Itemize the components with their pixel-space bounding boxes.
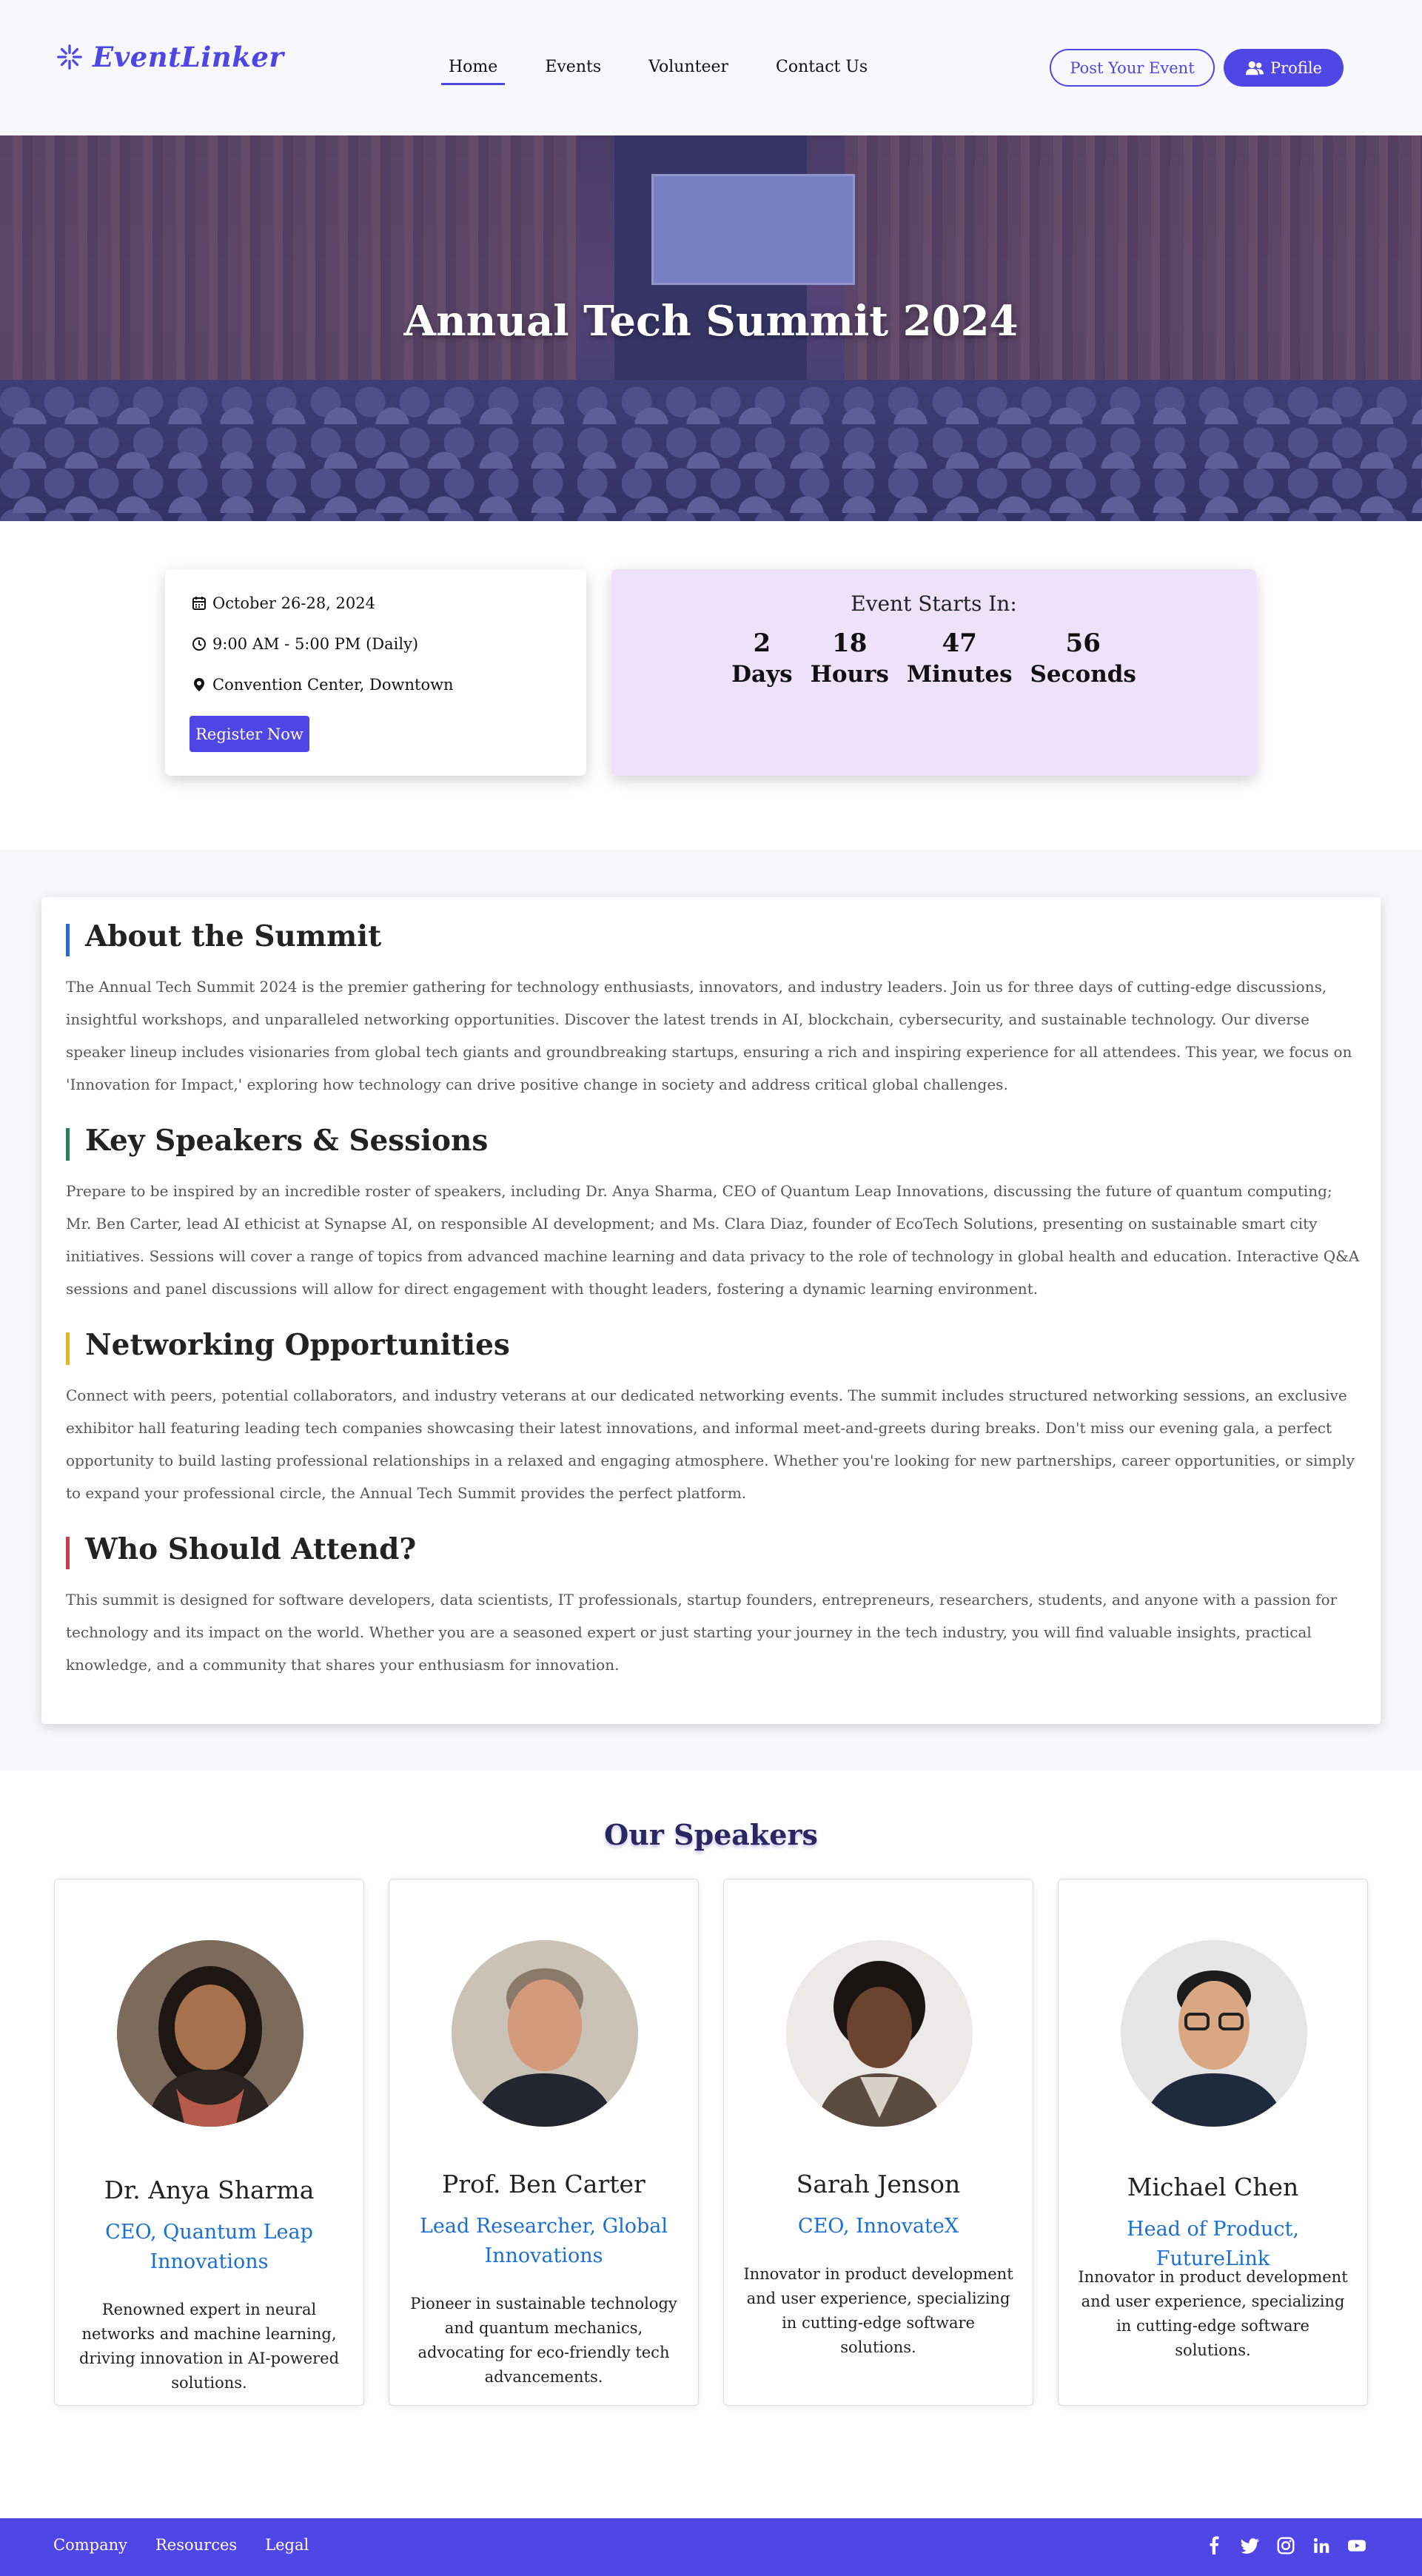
speaker-photo-icon (786, 1940, 973, 2127)
register-now-label: Register Now (195, 725, 303, 743)
countdown-value: 2 (753, 628, 771, 658)
hero-banner: Annual Tech Summit 2024 (0, 135, 1422, 521)
event-time-row: 9:00 AM - 5:00 PM (Daily) (192, 635, 418, 653)
countdown-days: 2 Days (731, 628, 792, 688)
countdown-value: 56 (1065, 628, 1101, 658)
logo-text: EventLinker (93, 41, 284, 73)
speaker-role: Lead Researcher, Global Innovations (419, 2215, 668, 2267)
about-paragraph: The Annual Tech Summit 2024 is the premi… (66, 978, 1352, 1093)
speaker-avatar (1121, 1940, 1307, 2127)
speaker-name: Prof. Ben Carter (442, 2170, 645, 2198)
footer-links: Company Resources Legal (53, 2536, 309, 2554)
profile-label: Profile (1270, 58, 1322, 77)
countdown-hours: 18 Hours (811, 628, 889, 688)
speaker-bio: Innovator in product development and use… (1078, 2268, 1348, 2359)
countdown-title: Event Starts In: (851, 591, 1017, 616)
event-time: 9:00 AM - 5:00 PM (Daily) (212, 635, 419, 653)
countdown-value: 18 (832, 628, 868, 658)
event-location-row: Convention Center, Downtown (192, 676, 454, 694)
event-location: Convention Center, Downtown (212, 676, 454, 694)
event-date: October 26-28, 2024 (212, 594, 375, 612)
speaker-name: Michael Chen (1127, 2173, 1299, 2201)
speakers-title: Our Speakers (604, 1818, 818, 1851)
countdown-card: Event Starts In: 2 Days 18 Hours 47 Minu… (611, 569, 1256, 776)
countdown-value: 47 (942, 628, 977, 658)
speakers-sessions-paragraph: Prepare to be inspired by an incredible … (66, 1182, 1360, 1298)
countdown-units: 2 Days 18 Hours 47 Minutes 56 Seconds (611, 628, 1256, 688)
site-footer: Company Resources Legal (0, 2518, 1422, 2576)
footer-link-company[interactable]: Company (53, 2536, 127, 2554)
countdown-label: Hours (810, 661, 889, 688)
countdown-label: Days (731, 661, 793, 688)
accent-bar (66, 1332, 70, 1365)
profile-button[interactable]: Profile (1224, 49, 1344, 87)
speaker-avatar (117, 1940, 303, 2127)
speakers-sessions-heading: Key Speakers & Sessions (66, 1124, 489, 1161)
youtube-icon[interactable] (1347, 2536, 1366, 2555)
nav-home[interactable]: Home (441, 53, 506, 85)
speaker-bio: Innovator in product development and use… (743, 2265, 1013, 2356)
post-your-event-label: Post Your Event (1070, 58, 1195, 77)
countdown-seconds: 56 Seconds (1030, 628, 1136, 688)
nav-contact-us[interactable]: Contact Us (768, 53, 875, 85)
speaker-name: Sarah Jenson (796, 2170, 961, 2198)
speaker-name: Dr. Anya Sharma (104, 2176, 315, 2204)
map-pin-icon (194, 678, 204, 691)
speaker-card[interactable]: Sarah Jenson CEO, InnovateX Innovator in… (723, 1879, 1033, 2406)
section-heading-text: About the Summit (85, 919, 382, 953)
main-nav: Home Events Volunteer Contact Us (441, 53, 875, 85)
register-now-button[interactable]: Register Now (190, 716, 309, 752)
section-heading-text: Networking Opportunities (85, 1328, 510, 1362)
speaker-bio: Renowned expert in neural networks and m… (78, 2301, 340, 2392)
instagram-icon[interactable] (1276, 2536, 1295, 2555)
accent-bar (66, 1128, 70, 1161)
speaker-photo-icon (452, 1940, 638, 2127)
speaker-avatar (452, 1940, 638, 2127)
clock-icon (192, 637, 206, 651)
social-icons (1205, 2536, 1366, 2555)
speaker-role: CEO, InnovateX (797, 2215, 959, 2238)
nav-volunteer[interactable]: Volunteer (641, 53, 736, 85)
accent-bar (66, 1537, 70, 1569)
speaker-role: CEO, Quantum Leap Innovations (105, 2221, 313, 2273)
footer-link-resources[interactable]: Resources (155, 2536, 237, 2554)
about-heading: About the Summit (66, 919, 382, 956)
nav-events[interactable]: Events (537, 53, 608, 85)
speaker-card[interactable]: Michael Chen Head of Product, FutureLink… (1058, 1879, 1368, 2406)
hero-title: Annual Tech Summit 2024 (403, 297, 1019, 346)
speaker-photo-icon (1121, 1940, 1307, 2127)
linkedin-icon[interactable] (1312, 2536, 1331, 2555)
speaker-card[interactable]: Prof. Ben Carter Lead Researcher, Global… (389, 1879, 699, 2406)
speaker-photo-icon (117, 1940, 303, 2127)
calendar-icon (192, 597, 206, 610)
footer-link-legal[interactable]: Legal (265, 2536, 309, 2554)
about-card: About the Summit The Annual Tech Summit … (41, 897, 1381, 1724)
section-heading-text: Who Should Attend? (85, 1532, 417, 1566)
sparkle-logo-icon (57, 44, 82, 70)
speaker-bio: Pioneer in sustainable technology and qu… (410, 2295, 677, 2386)
event-date-row: October 26-28, 2024 (192, 594, 375, 612)
countdown-label: Seconds (1030, 661, 1136, 688)
site-header: EventLinker Home Events Volunteer Contac… (0, 0, 1422, 135)
logo[interactable]: EventLinker (56, 41, 284, 73)
countdown-label: Minutes (906, 661, 1013, 688)
event-info-card: October 26-28, 2024 9:00 AM - 5:00 PM (D… (165, 569, 586, 776)
post-your-event-button[interactable]: Post Your Event (1050, 49, 1215, 87)
speaker-avatar (786, 1940, 973, 2127)
section-heading-text: Key Speakers & Sessions (85, 1124, 489, 1158)
countdown-minutes: 47 Minutes (907, 628, 1013, 688)
who-should-attend-paragraph: This summit is designed for software dev… (66, 1591, 1338, 1674)
accent-bar (66, 924, 70, 956)
who-should-attend-heading: Who Should Attend? (66, 1532, 417, 1569)
networking-heading: Networking Opportunities (66, 1328, 510, 1365)
facebook-icon[interactable] (1205, 2536, 1224, 2555)
speaker-card[interactable]: Dr. Anya Sharma CEO, Quantum Leap Innova… (54, 1879, 364, 2406)
users-icon (1245, 61, 1264, 75)
networking-paragraph: Connect with peers, potential collaborat… (66, 1386, 1355, 1502)
twitter-icon[interactable] (1241, 2536, 1260, 2555)
